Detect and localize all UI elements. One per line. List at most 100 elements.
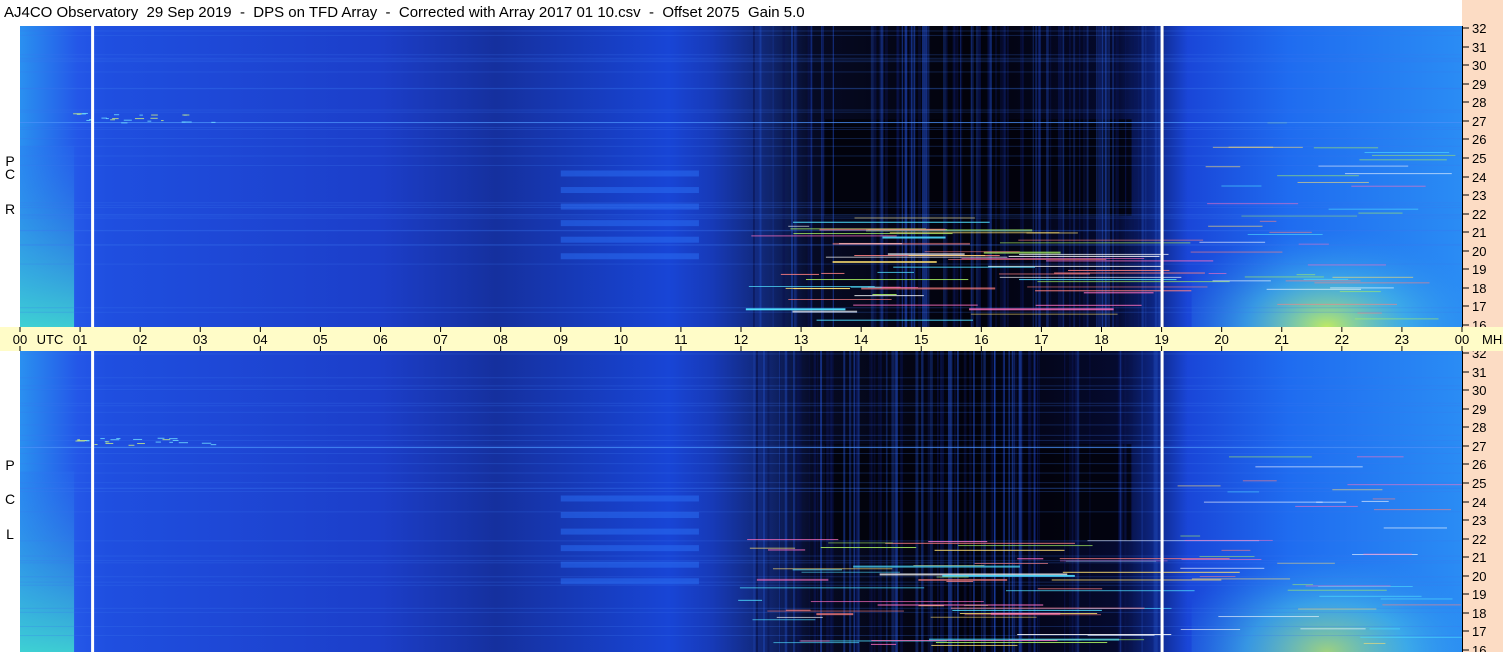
rfi-line xyxy=(1300,628,1366,630)
horizontal-band xyxy=(20,402,1462,404)
rfi-line xyxy=(1277,303,1398,305)
time-streak xyxy=(807,26,809,327)
horizontal-band xyxy=(20,54,1462,56)
rfi-line xyxy=(1035,290,1192,292)
speckle xyxy=(157,437,165,439)
rfi-line xyxy=(1295,505,1358,507)
horizontal-band xyxy=(20,243,1462,245)
freq-tick-label: 31 xyxy=(1472,40,1486,55)
rfi-line xyxy=(821,272,845,274)
speckle xyxy=(211,121,216,123)
time-tick-label: 13 xyxy=(794,332,808,347)
horizontal-band xyxy=(20,61,1462,63)
horizontal-band xyxy=(20,263,1462,265)
time-streak xyxy=(970,26,973,327)
time-streak xyxy=(826,351,830,652)
time-streak xyxy=(786,351,790,652)
rfi-line xyxy=(788,225,810,227)
time-streak xyxy=(896,351,898,652)
band-highlight xyxy=(560,528,699,535)
time-streak xyxy=(1076,351,1080,652)
time-streak xyxy=(820,351,823,652)
time-streak xyxy=(794,26,797,327)
rfi-line xyxy=(1266,288,1362,290)
time-tick-label: 10 xyxy=(614,332,628,347)
rfi-line xyxy=(828,542,893,544)
speckle xyxy=(172,439,179,441)
rfi-line xyxy=(935,642,1108,644)
band-highlight xyxy=(560,512,699,519)
rfi-line xyxy=(854,295,924,297)
speckle xyxy=(147,120,152,122)
time-streak xyxy=(762,351,765,652)
horizontal-band xyxy=(20,611,1462,613)
horizontal-band xyxy=(20,482,1462,484)
rfi-line xyxy=(1046,260,1214,262)
horizontal-band xyxy=(20,138,1462,140)
time-streak xyxy=(813,351,816,652)
time-tick-label: 18 xyxy=(1094,332,1108,347)
rfi-line xyxy=(1277,175,1359,177)
rfi-line xyxy=(1180,567,1265,569)
rfi-line xyxy=(1372,498,1396,500)
rfi-line xyxy=(756,578,829,581)
horizontal-band xyxy=(20,424,1462,426)
rfi-line xyxy=(788,298,892,300)
time-streak xyxy=(975,26,979,327)
time-streak xyxy=(778,351,781,652)
rfi-line xyxy=(792,569,843,571)
time-streak xyxy=(880,351,882,652)
time-streak xyxy=(983,351,986,652)
freq-tick-label: 26 xyxy=(1472,457,1486,472)
freq-tick-label: 18 xyxy=(1472,281,1486,296)
rfi-line xyxy=(752,619,816,621)
time-streak xyxy=(1153,351,1156,652)
time-marker-line-0 xyxy=(91,26,95,327)
rfi-line xyxy=(1285,280,1361,282)
time-streak xyxy=(767,351,770,652)
time-streak xyxy=(1089,351,1091,652)
time-streak xyxy=(954,351,956,652)
time-streak xyxy=(873,351,876,652)
time-streak xyxy=(772,26,774,327)
speckle xyxy=(77,439,80,441)
rfi-line xyxy=(948,258,1107,260)
time-streak xyxy=(877,351,881,652)
time-streak xyxy=(891,351,895,652)
rfi-line xyxy=(1190,251,1283,253)
time-streak xyxy=(901,26,904,327)
horizontal-band xyxy=(20,229,1462,231)
rfi-line xyxy=(810,601,984,603)
rfi-line xyxy=(1354,318,1439,320)
rfi-line xyxy=(870,643,897,645)
freq-unit-label: MHz xyxy=(1482,332,1503,347)
time-streak xyxy=(956,351,959,652)
speckle xyxy=(77,440,87,442)
time-axis: 00 01 02 03 04 05 06 07 08 09 10 11 12 13 14 15 16 17 18 19… xyxy=(0,327,1503,351)
speckle xyxy=(105,442,114,444)
time-streak xyxy=(913,26,916,327)
horizontal-band xyxy=(20,311,1462,313)
time-tick-label: 23 xyxy=(1395,332,1409,347)
rfi-line xyxy=(924,251,1020,253)
rfi-line xyxy=(969,308,1114,311)
time-tick-label: 15 xyxy=(914,332,928,347)
rfi-line xyxy=(745,308,846,311)
rfi-line xyxy=(998,273,1090,275)
speckle xyxy=(178,442,188,444)
horizontal-band xyxy=(20,562,1462,564)
horizontal-band xyxy=(20,584,1462,586)
band-highlight xyxy=(560,495,699,502)
time-streak xyxy=(1141,351,1144,652)
time-streak xyxy=(909,26,911,327)
freq-tick-label: 30 xyxy=(1472,383,1486,398)
time-streak xyxy=(999,26,1003,327)
time-streak xyxy=(924,26,928,327)
rfi-line xyxy=(877,271,915,273)
time-tick-label: 07 xyxy=(433,332,447,347)
rfi-line xyxy=(780,273,819,275)
time-streak xyxy=(1074,351,1077,652)
rfi-line xyxy=(1212,280,1271,282)
rfi-line xyxy=(871,640,1058,642)
rfi-line xyxy=(799,640,830,642)
